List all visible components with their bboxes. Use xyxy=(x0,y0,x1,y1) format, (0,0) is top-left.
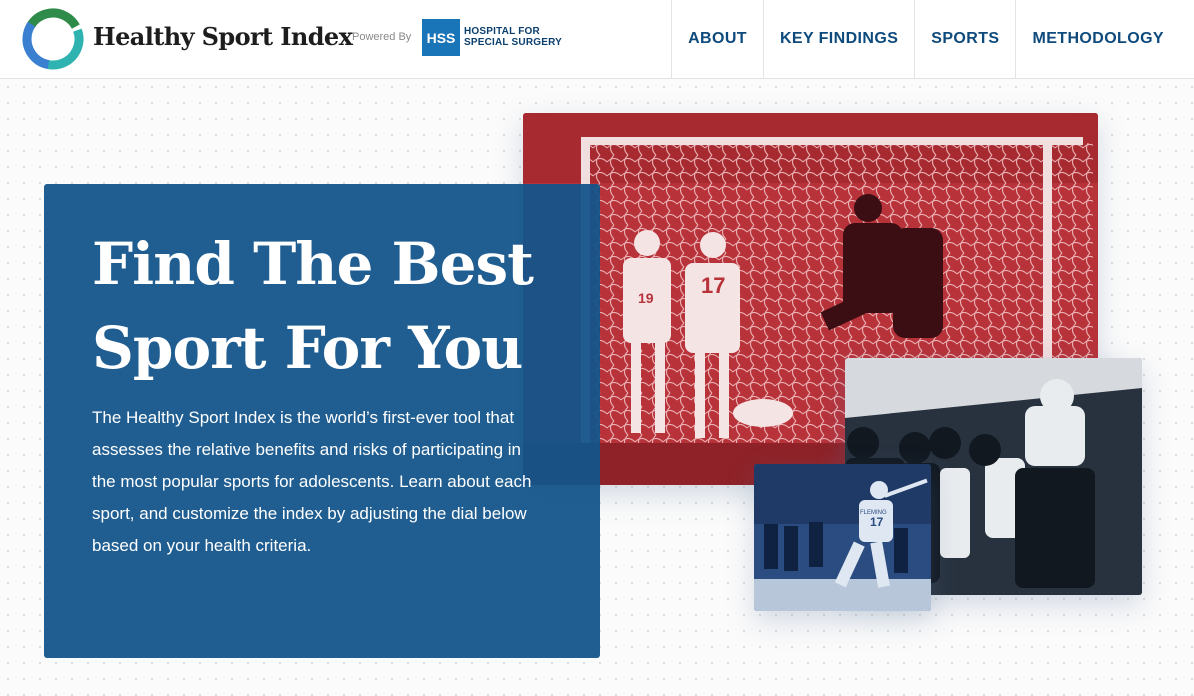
hero-card: Find The Best Sport For You The Healthy … xyxy=(44,184,600,658)
hero-title-line1: Find The Best xyxy=(92,230,534,298)
site-header: Healthy Sport Index Powered By HSS HOSPI… xyxy=(0,0,1194,79)
logo-ring-icon[interactable] xyxy=(20,6,86,72)
soccer-jersey-17: 17 xyxy=(701,273,725,298)
nav-methodology[interactable]: METHODOLOGY xyxy=(1015,0,1194,78)
hss-name: HOSPITAL FOR SPECIAL SURGERY xyxy=(464,26,563,48)
hero-description: The Healthy Sport Index is the world’s f… xyxy=(92,408,532,555)
soccer-jersey-19: 19 xyxy=(638,290,654,306)
logo-text[interactable]: Healthy Sport Index xyxy=(93,22,353,51)
baseball-photo: 17 FLEMING xyxy=(754,464,931,611)
hero-title-line2: Sport For You xyxy=(92,314,523,382)
nav-sports[interactable]: SPORTS xyxy=(914,0,1015,78)
powered-by-label: Powered By xyxy=(352,31,412,43)
baseball-jersey-name: FLEMING xyxy=(860,510,887,516)
hss-logo[interactable]: HSS xyxy=(422,19,460,56)
hero-title: Find The Best Sport For You xyxy=(92,222,562,390)
main-nav: ABOUT KEY FINDINGS SPORTS METHODOLOGY xyxy=(671,0,1194,78)
nav-key-findings[interactable]: KEY FINDINGS xyxy=(762,0,914,78)
baseball-jersey-17: 17 xyxy=(870,515,884,529)
nav-about[interactable]: ABOUT xyxy=(671,0,763,78)
